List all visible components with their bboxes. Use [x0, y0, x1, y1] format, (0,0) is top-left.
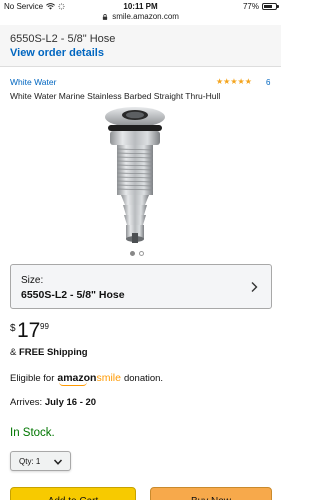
- free-shipping-text: FREE Shipping: [18, 347, 88, 358]
- size-label: Size:: [21, 275, 44, 286]
- eligible-suffix: donation.: [123, 372, 164, 384]
- eligible-prefix: Eligible for: [10, 372, 55, 384]
- shipping-prefix: &: [10, 347, 19, 358]
- carousel-dot-1[interactable]: [130, 251, 135, 256]
- carousel-dot-2[interactable]: [139, 251, 144, 256]
- arrives-label: Arrives:: [10, 397, 43, 408]
- chevron-down-icon: [53, 459, 63, 465]
- product-title: White Water Marine Stainless Barbed Stra…: [10, 91, 221, 101]
- order-header: 6550S-L2 - 5/8" Hose View order details: [0, 25, 281, 67]
- size-selector[interactable]: Size: 6550S-L2 - 5/8" Hose: [10, 264, 272, 309]
- add-to-cart-button[interactable]: Add to Cart: [10, 487, 136, 500]
- rating-stars[interactable]: ★ ★ ★ ★ ★: [216, 78, 252, 86]
- price-symbol: $: [10, 323, 16, 334]
- battery-level: [264, 5, 273, 8]
- order-title: 6550S-L2 - 5/8" Hose: [10, 33, 116, 45]
- view-order-details-link[interactable]: View order details: [10, 47, 104, 59]
- size-value: 6550S-L2 - 5/8" Hose: [21, 289, 125, 301]
- status-time: 10:11 PM: [123, 2, 158, 11]
- arrives-dates: July 16 - 20: [44, 397, 97, 408]
- battery-percent: 77%: [242, 2, 259, 11]
- shipping-info: & FREE Shipping: [10, 347, 88, 358]
- delivery-estimate: Arrives: July 16 - 20: [10, 397, 96, 408]
- battery-icon: [262, 3, 279, 10]
- smile-logo-text: smile: [96, 372, 121, 384]
- price-whole: 17: [17, 319, 41, 342]
- brand-link[interactable]: White Water: [10, 77, 56, 87]
- status-right: 77%: [242, 2, 279, 11]
- buy-now-button[interactable]: Buy Now: [150, 487, 272, 500]
- star-icon: ★: [244, 77, 252, 86]
- smile-eligibility: Eligible for amazon smile donation.: [10, 372, 164, 386]
- chevron-right-icon: [251, 282, 258, 292]
- address-bar[interactable]: smile.amazon.com: [0, 12, 281, 25]
- amazon-logo-text: amazon: [57, 372, 97, 386]
- stock-status: In Stock.: [10, 427, 55, 439]
- star-icon: ★: [230, 77, 238, 86]
- star-icon: ★: [223, 77, 231, 86]
- quantity-select[interactable]: Qty: 1: [10, 451, 71, 471]
- url-text: smile.amazon.com: [112, 12, 179, 21]
- quantity-label: Qty: 1: [19, 457, 41, 466]
- rating-count[interactable]: 6: [266, 78, 270, 87]
- thru-hull-fitting-image[interactable]: [90, 103, 180, 248]
- status-bar: No Service 10:11 PM 77%: [0, 0, 281, 12]
- lock-icon: [102, 14, 108, 20]
- image-carousel-dots: [130, 251, 144, 256]
- star-icon: ★: [237, 77, 245, 86]
- price-fraction: 99: [40, 322, 49, 331]
- star-icon: ★: [216, 77, 224, 86]
